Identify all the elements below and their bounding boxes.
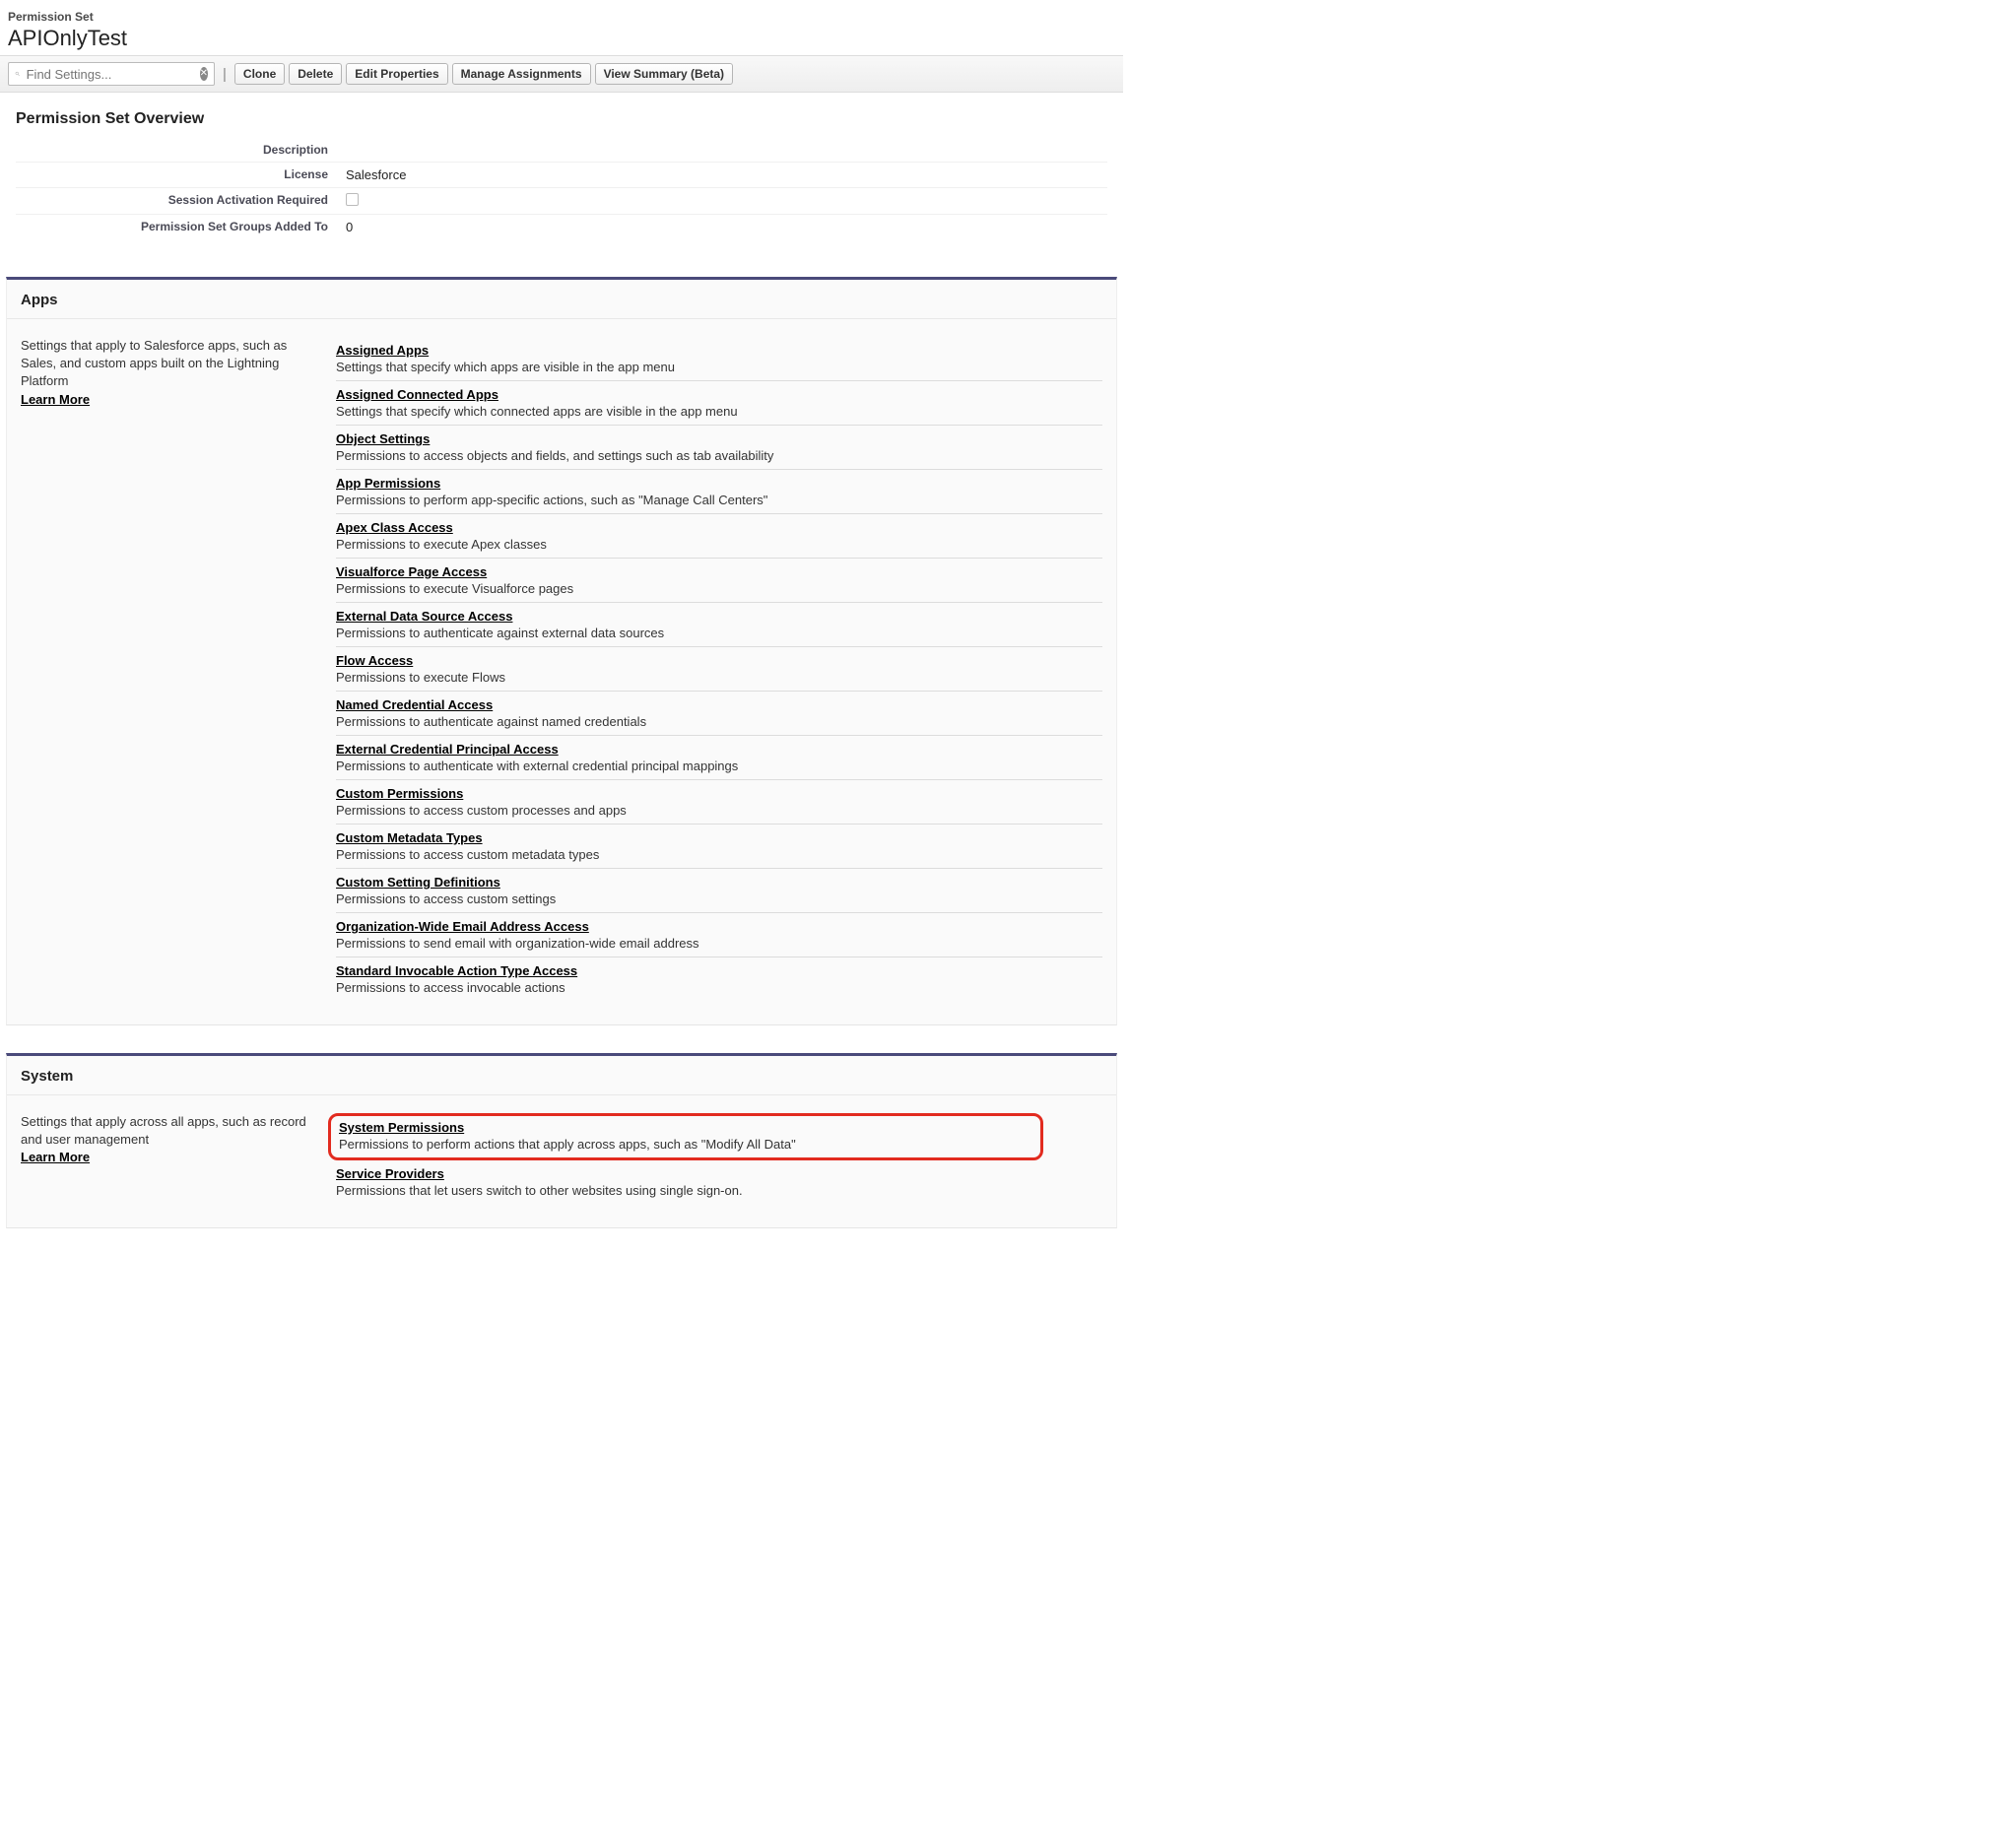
license-value: Salesforce xyxy=(346,167,406,182)
description-label: Description xyxy=(16,143,346,157)
overview-row-description: Description xyxy=(16,138,1107,163)
page-header: Permission Set APIOnlyTest xyxy=(0,0,1123,55)
link-desc: Permissions that let users switch to oth… xyxy=(336,1183,1102,1198)
session-value xyxy=(346,193,359,209)
apps-section: Apps Settings that apply to Salesforce a… xyxy=(6,277,1117,1025)
link-desc: Permissions to access custom settings xyxy=(336,891,1102,906)
overview-heading: Permission Set Overview xyxy=(16,110,1107,128)
license-label: License xyxy=(16,167,346,182)
link-item: External Credential Principal Access Perm… xyxy=(336,736,1102,780)
groups-label: Permission Set Groups Added To xyxy=(16,220,346,234)
link-item: Apex Class Access Permissions to execute … xyxy=(336,514,1102,559)
link-item: App Permissions Permissions to perform ap… xyxy=(336,470,1102,514)
session-checkbox xyxy=(346,193,359,206)
clone-button[interactable]: Clone xyxy=(234,63,285,85)
search-input-wrap[interactable]: ✕ xyxy=(8,62,215,86)
link-item: Service Providers Permissions that let us… xyxy=(336,1160,1102,1204)
apps-learn-more-link[interactable]: Learn More xyxy=(21,392,90,407)
link-item: Custom Metadata Types Permissions to acce… xyxy=(336,825,1102,869)
link-title[interactable]: Custom Permissions xyxy=(336,786,463,801)
link-desc: Permissions to execute Visualforce pages xyxy=(336,581,1102,596)
toolbar-separator: | xyxy=(219,66,231,83)
link-desc: Permissions to perform app-specific acti… xyxy=(336,493,1102,507)
link-desc: Settings that specify which connected ap… xyxy=(336,404,1102,419)
link-desc: Permissions to send email with organizat… xyxy=(336,936,1102,951)
link-item: Standard Invocable Action Type Access Per… xyxy=(336,957,1102,1001)
link-title[interactable]: Organization-Wide Email Address Access xyxy=(336,919,589,934)
link-item: Custom Permissions Permissions to access … xyxy=(336,780,1102,825)
system-intro: Settings that apply across all apps, suc… xyxy=(21,1113,316,1204)
link-title[interactable]: Flow Access xyxy=(336,653,413,668)
link-desc: Permissions to execute Flows xyxy=(336,670,1102,685)
link-title[interactable]: App Permissions xyxy=(336,476,440,491)
link-desc: Settings that specify which apps are vis… xyxy=(336,360,1102,374)
apps-section-body: Settings that apply to Salesforce apps, … xyxy=(7,319,1116,1024)
overview-row-session: Session Activation Required xyxy=(16,188,1107,215)
link-item: Custom Setting DefinitionsPermissions to… xyxy=(336,869,1102,913)
link-title[interactable]: System Permissions xyxy=(339,1120,464,1135)
overview-panel: Permission Set Overview Description Lice… xyxy=(0,93,1123,249)
system-intro-text: Settings that apply across all apps, suc… xyxy=(21,1114,306,1147)
link-title[interactable]: Object Settings xyxy=(336,431,430,446)
groups-value: 0 xyxy=(346,220,353,234)
page-title: APIOnlyTest xyxy=(8,26,1115,51)
system-link-list: System Permissions Permissions to perform… xyxy=(336,1113,1102,1204)
link-title[interactable]: Service Providers xyxy=(336,1166,444,1181)
link-desc: Permissions to authenticate with externa… xyxy=(336,759,1102,773)
link-title[interactable]: Visualforce Page Access xyxy=(336,564,487,579)
link-item: Assigned Apps Settings that specify which… xyxy=(336,337,1102,381)
clear-search-icon[interactable]: ✕ xyxy=(200,67,208,81)
link-desc: Permissions to access custom processes a… xyxy=(336,803,1102,818)
link-title[interactable]: Named Credential Access xyxy=(336,697,493,712)
apps-heading: Apps xyxy=(21,292,1102,308)
link-item: Organization-Wide Email Address Access Pe… xyxy=(336,913,1102,957)
search-input[interactable] xyxy=(21,67,200,82)
link-item: External Data Source Access Permissions t… xyxy=(336,603,1102,647)
system-heading: System xyxy=(21,1068,1102,1085)
link-title[interactable]: Assigned Apps xyxy=(336,343,429,358)
record-type-label: Permission Set xyxy=(8,10,1115,24)
overview-row-groups: Permission Set Groups Added To 0 xyxy=(16,215,1107,239)
link-item: System Permissions Permissions to perform… xyxy=(328,1113,1043,1160)
link-title[interactable]: Assigned Connected Apps xyxy=(336,387,498,402)
apps-intro: Settings that apply to Salesforce apps, … xyxy=(21,337,316,1001)
apps-link-list: Assigned Apps Settings that specify which… xyxy=(336,337,1102,1001)
link-title[interactable]: External Data Source Access xyxy=(336,609,512,624)
toolbar: ✕ | Clone Delete Edit Properties Manage … xyxy=(0,55,1123,93)
link-desc: Permissions to execute Apex classes xyxy=(336,537,1102,552)
link-desc: Permissions to authenticate against name… xyxy=(336,714,1102,729)
system-section: System Settings that apply across all ap… xyxy=(6,1053,1117,1228)
link-item: Visualforce Page Access Permissions to ex… xyxy=(336,559,1102,603)
link-desc: Permissions to access custom metadata ty… xyxy=(336,847,1102,862)
manage-assignments-button[interactable]: Manage Assignments xyxy=(452,63,591,85)
link-item: Object Settings Permissions to access obj… xyxy=(336,426,1102,470)
link-item: Assigned Connected Apps Settings that spe… xyxy=(336,381,1102,426)
overview-row-license: License Salesforce xyxy=(16,163,1107,188)
link-title[interactable]: Apex Class Access xyxy=(336,520,453,535)
link-title[interactable]: External Credential Principal Access xyxy=(336,742,559,757)
link-item: Flow Access Permissions to execute Flows xyxy=(336,647,1102,692)
link-title[interactable]: Standard Invocable Action Type Access xyxy=(336,963,577,978)
link-title[interactable]: Custom Metadata Types xyxy=(336,830,483,845)
view-summary-button[interactable]: View Summary (Beta) xyxy=(595,63,734,85)
apps-section-head: Apps xyxy=(7,280,1116,319)
link-desc: Permissions to authenticate against exte… xyxy=(336,626,1102,640)
system-learn-more-link[interactable]: Learn More xyxy=(21,1150,90,1164)
apps-intro-text: Settings that apply to Salesforce apps, … xyxy=(21,338,287,388)
link-desc: Permissions to access objects and fields… xyxy=(336,448,1102,463)
edit-properties-button[interactable]: Edit Properties xyxy=(346,63,447,85)
link-desc: Permissions to access invocable actions xyxy=(336,980,1102,995)
link-desc: Permissions to perform actions that appl… xyxy=(339,1137,1032,1152)
delete-button[interactable]: Delete xyxy=(289,63,342,85)
link-title[interactable]: Custom Setting Definitions xyxy=(336,875,500,890)
system-section-head: System xyxy=(7,1056,1116,1095)
link-item: Named Credential Access Permissions to au… xyxy=(336,692,1102,736)
session-label: Session Activation Required xyxy=(16,193,346,209)
system-section-body: Settings that apply across all apps, suc… xyxy=(7,1095,1116,1227)
